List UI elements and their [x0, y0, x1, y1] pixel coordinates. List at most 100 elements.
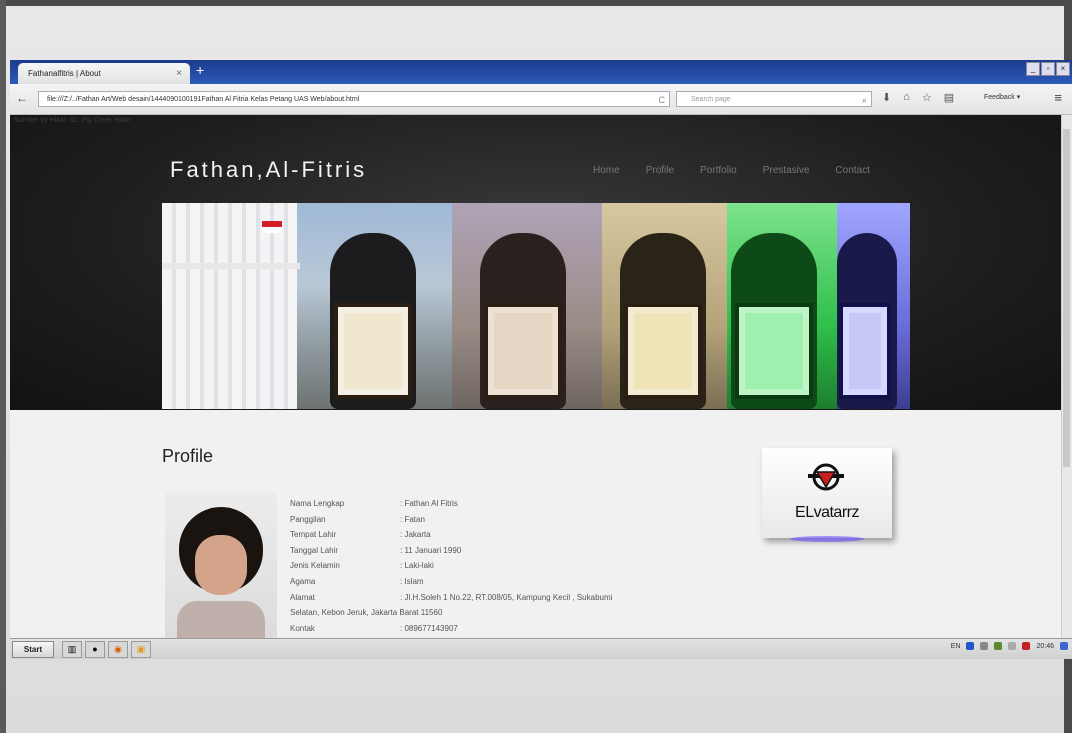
search-input[interactable]: Search page ⌕	[676, 91, 872, 107]
taskbar: Start ▥ ● ◉ ▣ EN 20:46	[10, 638, 1072, 659]
profile-info: Nama Lengkap : Fathan Al Fitris Panggila…	[290, 496, 612, 636]
address-line-2: Selatan, Kebon Jeruk, Jakarta Barat 1156…	[290, 608, 443, 618]
site-title: Fathan,Al-Fitris	[170, 157, 368, 182]
info-value: : 089677143907	[400, 623, 458, 633]
info-key: Tanggal Lahir	[290, 545, 339, 555]
home-icon[interactable]: ⌂	[903, 91, 910, 104]
site-nav: Home Profile Portfolio Prestasive Contac…	[593, 165, 870, 176]
tray-app-icon[interactable]	[994, 642, 1003, 650]
page-scrollbar[interactable]	[1061, 115, 1072, 638]
system-tray: EN 20:46	[951, 642, 1068, 650]
start-button[interactable]: Start	[12, 641, 54, 658]
nav-profile[interactable]: Profile	[646, 165, 674, 176]
bookmarks-list-icon[interactable]: ▤	[944, 91, 954, 104]
info-row: Tanggal Lahir : 11 Januari 1990	[290, 543, 612, 559]
toolbar-icons: ⬇ ⌂ ☆ ▤	[882, 91, 954, 104]
feedback-label: Feedback	[984, 94, 1015, 101]
frame-border	[0, 0, 6, 733]
shirt-shape	[177, 601, 265, 638]
back-arrow-icon[interactable]: ←	[16, 91, 28, 105]
close-icon[interactable]: ×	[176, 63, 182, 84]
frame-border	[0, 0, 1072, 6]
profile-section: Profile Nama Lengkap : Fathan Al Fitris …	[10, 410, 1062, 638]
building-shape	[162, 203, 297, 409]
firefox-icon[interactable]: ◉	[108, 641, 128, 658]
network-icon[interactable]	[980, 642, 989, 650]
header-ghost-text: Sumber by Hikai. 3D. Fig Cover Hiam	[14, 117, 131, 124]
nav-portfolio[interactable]: Portfolio	[700, 165, 737, 176]
info-value: : 11 Januari 1990	[400, 545, 462, 555]
nav-home[interactable]: Home	[593, 165, 620, 176]
nav-prestasi[interactable]: Prestasive	[763, 165, 810, 176]
explorer-icon[interactable]: ▥	[62, 641, 82, 658]
download-icon[interactable]: ⬇	[882, 91, 891, 104]
scrollbar-thumb[interactable]	[1063, 129, 1070, 467]
reload-icon[interactable]: C	[659, 92, 666, 106]
flag-shape	[262, 221, 282, 233]
info-row: Kontak : 089677143907	[290, 621, 612, 637]
certificate-shape	[624, 303, 702, 399]
profile-heading: Profile	[162, 446, 214, 466]
info-key: Panggilan	[290, 514, 326, 524]
info-value: : Fatan	[400, 514, 425, 524]
tab-bar: Fathanalfitris | About × + _ ▫ ×	[10, 60, 1072, 84]
info-value: : Fathan Al Fitris	[400, 499, 458, 508]
antivirus-icon[interactable]	[1022, 642, 1031, 650]
browser-icon[interactable]: ●	[85, 641, 105, 658]
browser-window: Fathanalfitris | About × + _ ▫ × ← file:…	[10, 60, 1072, 658]
info-row: Agama : Islam	[290, 574, 612, 590]
navigation-toolbar: ← file:///Z:/../Fathan Art/Web desain/14…	[10, 84, 1072, 115]
logo-text: ELvatarrz	[795, 504, 859, 521]
url-bar[interactable]: file:///Z:/../Fathan Art/Web desain/1444…	[38, 91, 670, 107]
info-value: : Jl.H.Soleh 1 No.22, RT.008/05, Kampung…	[400, 592, 613, 602]
tab-title: Fathanalfitris | About	[28, 69, 101, 78]
close-window-button[interactable]: ×	[1056, 62, 1070, 76]
menu-icon[interactable]: ≡	[1054, 90, 1062, 105]
volume-icon[interactable]	[1008, 642, 1017, 650]
maximize-button[interactable]: ▫	[1041, 62, 1055, 76]
banner-panel	[602, 203, 727, 409]
info-row: Jenis Kelamin : Laki-laki	[290, 558, 612, 574]
info-value: : Jakarta	[400, 530, 431, 540]
url-text: file:///Z:/../Fathan Art/Web desain/1444…	[47, 96, 360, 103]
new-tab-button[interactable]: +	[196, 62, 204, 78]
info-value: : Laki-laki	[400, 561, 434, 571]
feedback-button[interactable]: Feedback ▾	[984, 93, 1020, 101]
tab-about[interactable]: Fathanalfitris | About ×	[18, 63, 190, 84]
certificate-shape	[735, 303, 813, 399]
search-icon[interactable]: ⌕	[862, 92, 867, 108]
site-header: Sumber by Hikai. 3D. Fig Cover Hiam Fath…	[10, 115, 1062, 410]
face-shape	[195, 535, 247, 595]
help-icon[interactable]	[966, 642, 975, 650]
certificate-shape	[334, 303, 412, 399]
clock: 20:46	[1036, 642, 1054, 650]
info-key: Agama	[290, 576, 316, 586]
info-key: Nama Lengkap	[290, 499, 345, 508]
language-indicator[interactable]: EN	[951, 643, 961, 650]
info-value: : Islam	[400, 576, 424, 586]
show-desktop-icon[interactable]	[1060, 642, 1068, 650]
info-row: Nama Lengkap : Fathan Al Fitris	[290, 496, 612, 512]
web-page: Sumber by Hikai. 3D. Fig Cover Hiam Fath…	[10, 115, 1062, 638]
quick-launch: ▥ ● ◉ ▣	[62, 641, 151, 658]
logo-emblem-icon	[808, 463, 844, 491]
minimize-button[interactable]: _	[1026, 62, 1040, 76]
info-key: Jenis Kelamin	[290, 561, 340, 571]
banner-image	[162, 203, 910, 409]
banner-panel	[727, 203, 837, 409]
info-key: Alamat	[290, 592, 315, 602]
folder-icon[interactable]: ▣	[131, 641, 151, 658]
certificate-shape	[839, 303, 891, 399]
logo-glow	[790, 536, 864, 542]
info-row: Tempat Lahir : Jakarta	[290, 527, 612, 543]
info-row: Panggilan : Fatan	[290, 512, 612, 528]
banner-panel	[452, 203, 602, 409]
info-row-continuation: Selatan, Kebon Jeruk, Jakarta Barat 1156…	[290, 605, 612, 621]
building-roof	[162, 263, 300, 269]
banner-panel	[837, 203, 910, 409]
nav-contact[interactable]: Contact	[835, 165, 869, 176]
elvatarrz-logo: ELvatarrz	[762, 448, 892, 538]
bookmark-star-icon[interactable]: ☆	[922, 91, 932, 104]
search-placeholder: Search page	[691, 96, 731, 103]
certificate-shape	[484, 303, 562, 399]
